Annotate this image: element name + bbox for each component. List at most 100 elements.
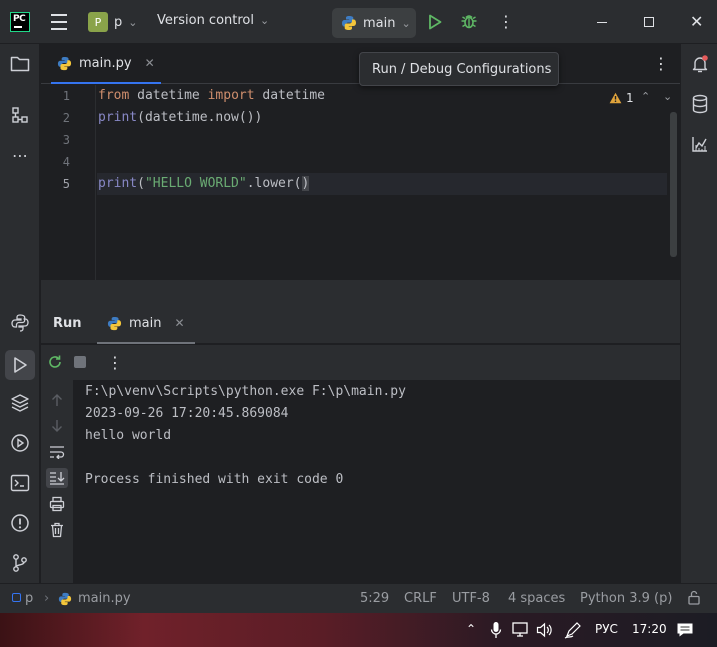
arrow-down-icon[interactable] — [46, 416, 68, 436]
project-selector[interactable]: P p ⌄ — [88, 12, 137, 32]
network-icon[interactable] — [512, 622, 530, 638]
warning-count: 1 — [626, 91, 634, 105]
status-bar: p › main.py 5:29 CRLF UTF-8 4 spaces Pyt… — [0, 583, 717, 613]
arrow-up-icon[interactable] — [46, 390, 68, 410]
clock[interactable]: 17:20 — [632, 622, 667, 636]
rerun-icon[interactable] — [46, 353, 64, 375]
volume-icon[interactable] — [536, 622, 554, 638]
code-text: datetime — [254, 88, 326, 103]
more-options-button[interactable]: ⋮ — [107, 353, 123, 372]
lock-icon[interactable] — [687, 590, 701, 609]
run-tool-window-header: Run main ✕ — [41, 304, 680, 344]
services-icon[interactable] — [9, 432, 31, 454]
layers-icon[interactable] — [9, 392, 31, 414]
close-tab-icon[interactable]: ✕ — [145, 56, 155, 70]
indent-setting[interactable]: 4 spaces — [508, 591, 565, 606]
stop-icon[interactable] — [74, 356, 86, 368]
breadcrumb-file[interactable]: main.py — [58, 591, 131, 606]
code-line-5: print("HELLO WORLD".lower() — [98, 176, 310, 191]
more-tool-windows-icon[interactable]: ⋯ — [9, 144, 31, 166]
sciview-icon[interactable] — [689, 133, 711, 155]
line-number: 3 — [62, 133, 70, 147]
close-tab-icon[interactable]: ✕ — [174, 316, 184, 330]
editor-tab-main-py[interactable]: main.py ✕ — [51, 44, 161, 84]
line-number: 4 — [62, 155, 70, 169]
notification-center-icon[interactable] — [676, 622, 694, 638]
console-line: F:\p\venv\Scripts\python.exe F:\p\main.p… — [85, 384, 406, 399]
breadcrumb-separator-icon: › — [44, 591, 50, 606]
scroll-to-end-icon[interactable] — [46, 468, 68, 488]
pen-input-icon[interactable] — [564, 621, 582, 639]
trash-icon[interactable] — [46, 520, 68, 540]
line-number-gutter: 1 2 3 4 5 — [41, 85, 96, 280]
show-hidden-icons-icon[interactable]: ⌃ — [466, 622, 476, 636]
keyword: import — [207, 88, 255, 103]
microphone-icon[interactable] — [490, 621, 502, 639]
run-button[interactable] — [428, 14, 442, 30]
maximize-button[interactable] — [644, 17, 654, 27]
console-output[interactable]: F:\p\venv\Scripts\python.exe F:\p\main.p… — [73, 380, 680, 583]
keyword: from — [98, 88, 130, 103]
notifications-icon[interactable] — [689, 53, 711, 75]
debug-button[interactable] — [460, 12, 478, 30]
project-folder-icon[interactable] — [9, 53, 31, 75]
code-editor[interactable]: 1 2 3 4 5 from datetime import datetime … — [41, 85, 680, 280]
structure-icon[interactable] — [9, 104, 31, 126]
run-tool-window-icon[interactable] — [5, 350, 35, 380]
run-window-title: Run — [53, 316, 82, 331]
main-menu-icon[interactable] — [50, 14, 68, 30]
code-line-2: print(datetime.now()) — [98, 110, 262, 125]
run-configuration-label: main — [363, 15, 396, 31]
version-control-menu[interactable]: Version control ⌄ — [157, 13, 269, 28]
python-icon — [342, 16, 356, 30]
git-icon[interactable] — [9, 552, 31, 574]
code-text: (datetime.now()) — [137, 110, 263, 125]
code-text: ( — [137, 176, 145, 191]
project-name: p — [114, 14, 123, 30]
warning-icon — [609, 92, 622, 104]
panel-splitter[interactable] — [41, 280, 680, 304]
caret-position[interactable]: 5:29 — [360, 591, 389, 606]
string-literal: "HELLO WORLD" — [144, 176, 247, 191]
input-language[interactable]: РУС — [595, 622, 618, 636]
file-encoding[interactable]: UTF-8 — [452, 591, 490, 606]
run-side-toolbar — [41, 380, 73, 583]
more-actions-button[interactable]: ⋮ — [498, 12, 514, 31]
inspection-widget[interactable]: 1 — [609, 91, 634, 105]
python-file-icon — [57, 56, 72, 70]
print-icon[interactable] — [46, 494, 68, 514]
breadcrumb-project[interactable]: p — [12, 591, 33, 606]
console-line: 2023-09-26 17:20:45.869084 — [85, 406, 289, 421]
tab-label: main.py — [79, 55, 132, 71]
play-icon — [429, 14, 442, 30]
soft-wrap-icon[interactable] — [46, 442, 68, 462]
next-highlight-icon[interactable]: ⌄ — [663, 90, 672, 103]
python-icon — [107, 316, 122, 330]
python-file-icon — [58, 592, 72, 605]
minimize-button[interactable] — [597, 22, 607, 23]
line-number: 1 — [62, 89, 70, 103]
python-interpreter[interactable]: Python 3.9 (p) — [580, 591, 672, 606]
line-separator[interactable]: CRLF — [404, 591, 437, 606]
line-number: 5 — [62, 177, 70, 191]
os-taskbar: ⌃ РУС 17:20 — [0, 613, 717, 647]
terminal-icon[interactable] — [9, 472, 31, 494]
database-icon[interactable] — [689, 93, 711, 115]
tab-options-button[interactable]: ⋮ — [653, 54, 669, 73]
run-configuration-selector[interactable]: main ⌄ — [332, 8, 416, 38]
title-bar: PC P p ⌄ Version control ⌄ main ⌄ ⋮ ✕ — [0, 0, 717, 44]
line-number: 2 — [62, 111, 70, 125]
python-console-icon[interactable] — [9, 312, 31, 334]
version-control-label: Version control — [157, 13, 254, 28]
code-line-1: from datetime import datetime — [98, 88, 325, 103]
close-window-button[interactable]: ✕ — [690, 12, 703, 31]
editor-scrollbar[interactable] — [670, 112, 677, 257]
run-tab-main[interactable]: main ✕ — [97, 304, 195, 344]
previous-highlight-icon[interactable]: ⌃ — [641, 90, 650, 103]
chevron-down-icon: ⌄ — [128, 15, 138, 29]
chevron-down-icon: ⌄ — [401, 16, 411, 30]
pycharm-logo-icon[interactable]: PC — [10, 12, 30, 32]
console-line: Process finished with exit code 0 — [85, 472, 344, 487]
code-text: .lower( — [246, 176, 302, 191]
problems-icon[interactable] — [9, 512, 31, 534]
